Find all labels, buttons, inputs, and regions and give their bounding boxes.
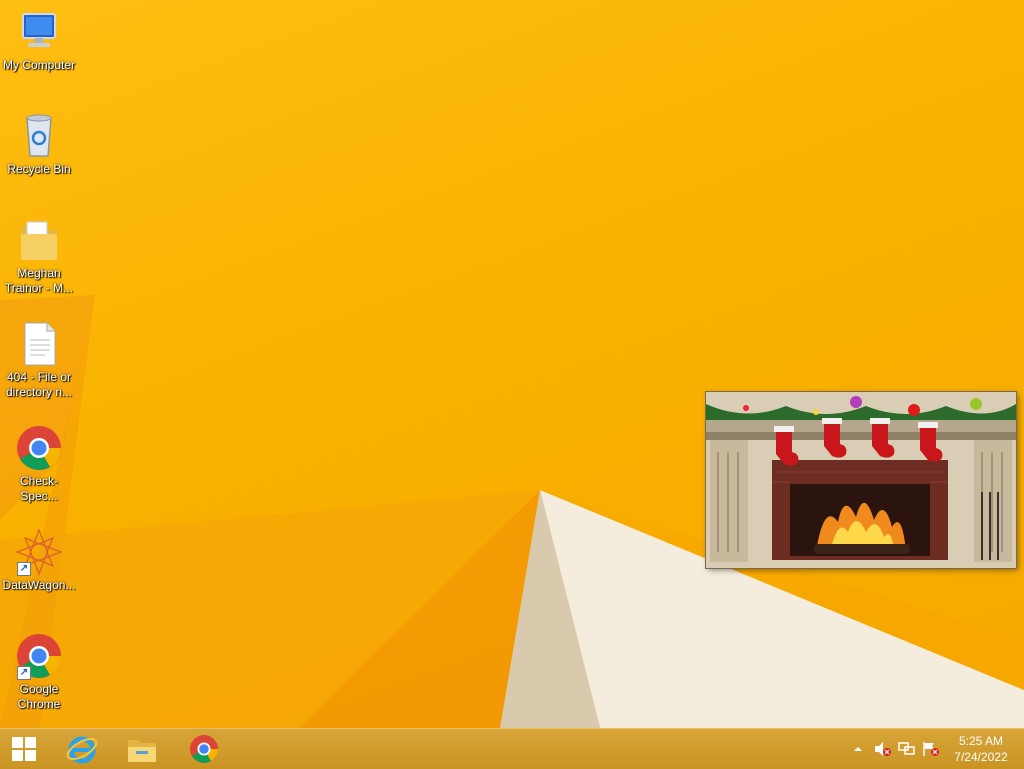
taskbar-clock[interactable]: 5:25 AM 7/24/2022	[946, 733, 1016, 765]
recycle-bin-icon	[15, 112, 63, 160]
start-button[interactable]	[0, 729, 48, 769]
shortcut-arrow-icon: ↗	[17, 562, 31, 576]
windows-logo-icon	[12, 737, 36, 761]
icon-label: Meghan Trainor - M...	[4, 266, 74, 295]
chrome-icon	[190, 735, 218, 763]
desktop[interactable]: My Computer Recycle Bin Meghan Trainor -…	[0, 0, 1024, 728]
icon-label: My Computer	[2, 58, 76, 72]
taskbar-file-explorer[interactable]	[112, 729, 172, 769]
desktop-icon-recycle-bin[interactable]: Recycle Bin	[0, 112, 78, 177]
desktop-icon-my-computer[interactable]: My Computer	[0, 8, 78, 73]
desktop-icon-datawagon[interactable]: ↗ DataWagon...	[0, 528, 78, 593]
icon-label: Google Chrome	[17, 682, 61, 711]
taskbar-internet-explorer[interactable]	[52, 729, 112, 769]
shortcut-arrow-icon: ↗	[17, 666, 31, 680]
desktop-icon-meghan-folder[interactable]: Meghan Trainor - M...	[0, 216, 78, 296]
action-center-flag-icon[interactable]	[922, 741, 939, 757]
desktop-icon-google-chrome[interactable]: ↗ Google Chrome	[0, 632, 78, 712]
desktop-icon-404-file[interactable]: 404 - File or directory n...	[0, 320, 78, 400]
icon-label: DataWagon...	[2, 578, 76, 592]
text-file-icon	[15, 320, 63, 368]
chrome-icon	[15, 424, 63, 472]
chrome-icon: ↗	[15, 632, 63, 680]
computer-icon	[15, 8, 63, 56]
file-explorer-icon	[128, 740, 156, 762]
fireplace-image	[706, 392, 1016, 568]
clock-time: 5:25 AM	[958, 734, 1004, 748]
datawagon-icon: ↗	[15, 528, 63, 576]
christmas-fireplace-gadget[interactable]	[706, 392, 1016, 568]
folder-icon	[15, 216, 63, 264]
network-icon[interactable]	[898, 741, 915, 757]
clock-date: 7/24/2022	[954, 750, 1008, 764]
taskbar: 5:25 AM 7/24/2022	[0, 728, 1024, 769]
wallpaper	[0, 295, 1024, 728]
taskbar-google-chrome[interactable]	[174, 729, 234, 769]
icon-label: Recycle Bin	[7, 162, 71, 176]
icon-label: Check-Spec...	[19, 474, 58, 503]
show-hidden-icons-chevron-icon[interactable]	[850, 741, 866, 757]
desktop-icon-check-spec[interactable]: Check-Spec...	[0, 424, 78, 504]
icon-label: 404 - File or directory n...	[5, 370, 73, 399]
ie-icon	[66, 736, 98, 764]
volume-muted-icon[interactable]	[874, 741, 891, 757]
